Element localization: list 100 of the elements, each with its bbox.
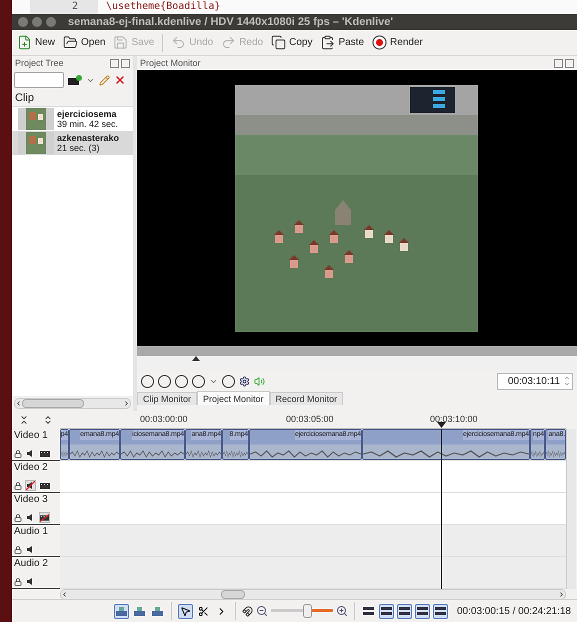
code-line: \usetheme{Boadilla} [105, 0, 220, 14]
waveform [186, 449, 221, 459]
toolbar-button[interactable]: Copy [268, 33, 316, 52]
timecode: 00:03:00:15 / 00:24:21:18 [457, 606, 571, 616]
track-view-icon [399, 607, 410, 615]
scrollbar[interactable] [566, 429, 576, 589]
monitor-tab[interactable]: Project Monitor [197, 391, 270, 405]
float-icon[interactable] [554, 58, 563, 68]
toolbar-button[interactable]: New [14, 33, 58, 52]
collapse-icon [19, 415, 29, 425]
magnet-icon [242, 606, 253, 616]
track-name: Video 3 [14, 494, 49, 505]
panel-title: Project Monitor [140, 58, 201, 68]
clip-name: azkenasterako [57, 133, 120, 143]
zoom-out-icon [256, 605, 268, 617]
clip-name: ejerciciosema [57, 109, 118, 119]
folder-icon [63, 35, 78, 50]
muted-speaker-icon [26, 481, 35, 490]
clip-item[interactable]: azkenasterako 21 sec. (3) [12, 131, 133, 155]
track-name: Video 2 [14, 462, 49, 473]
view-toggle-button[interactable] [397, 604, 412, 618]
redo-icon [221, 35, 236, 50]
track-view-icon [435, 607, 446, 615]
toolbar-button[interactable]: Render [369, 33, 426, 52]
lock-icon [14, 514, 22, 522]
column-header: Clip [12, 90, 133, 107]
speaker-icon [26, 449, 35, 458]
maximize-icon[interactable] [46, 17, 56, 27]
floppy-icon [113, 35, 128, 50]
waveform [70, 449, 119, 459]
scrollbar-thumb[interactable] [221, 590, 245, 599]
track-name: Audio 2 [14, 558, 49, 569]
close-icon[interactable] [121, 58, 130, 68]
waveform [61, 449, 68, 459]
pointer-icon [180, 606, 191, 616]
film-icon [40, 482, 50, 490]
close-icon[interactable] [18, 17, 28, 27]
hide-video-button[interactable] [39, 448, 50, 459]
clip-duration: 39 min. 42 sec. [57, 119, 118, 129]
timecode-field[interactable]: 00:03:10:11 [496, 372, 573, 390]
scrollbar-thumb[interactable] [22, 399, 84, 408]
track-name: Audio 1 [14, 526, 49, 537]
toolbar-button[interactable]: Paste [317, 33, 368, 52]
window-title: semana8-ej-final.kdenlive / HDV 1440x1080i 25 fps – 'Kdenlive' [68, 16, 393, 28]
film-icon [40, 450, 50, 458]
copy-icon [271, 35, 286, 50]
ruler-label: 00:03:05:00 [286, 414, 334, 424]
monitor-tab[interactable]: Clip Monitor [137, 392, 198, 405]
close-icon[interactable] [565, 58, 574, 68]
expand-icon [43, 415, 53, 425]
scissors-icon [198, 606, 209, 616]
lock-icon [14, 578, 22, 586]
view-toggle-button[interactable] [415, 604, 430, 618]
volume-icon [254, 376, 265, 386]
panel-title: Project Tree [15, 58, 64, 68]
track-view-icon [363, 607, 374, 615]
speaker-icon [26, 513, 35, 522]
track-name: Video 1 [14, 430, 49, 441]
float-icon[interactable] [110, 58, 119, 68]
clip-duration: 21 sec. (3) [57, 143, 101, 153]
slider-thumb[interactable] [302, 604, 312, 618]
delete-icon [114, 74, 126, 86]
ruler-label: 00:03:00:00 [140, 414, 188, 424]
monitor-tab[interactable]: Record Monitor [270, 392, 344, 405]
waveform [531, 449, 544, 459]
hide-video-button[interactable] [39, 480, 50, 491]
zoom-in-icon [336, 605, 348, 617]
waveform [121, 449, 184, 459]
view-toggle-button[interactable] [433, 604, 448, 618]
lock-icon [14, 546, 22, 554]
new-file-icon [17, 35, 32, 50]
toolbar-button[interactable]: Open [60, 33, 108, 52]
edit-mode-button[interactable] [114, 604, 129, 618]
scrollbar[interactable] [14, 398, 131, 409]
hide-video-button[interactable] [39, 512, 50, 523]
line-number: 2 [30, 0, 98, 14]
lock-icon [14, 482, 22, 490]
search-field[interactable] [14, 72, 64, 88]
hidden-film-icon [40, 514, 49, 522]
add-clip-icon [68, 75, 82, 85]
settings-icon [239, 376, 250, 386]
lock-icon [14, 450, 22, 458]
ruler-label: 00:03:10:00 [430, 414, 478, 424]
waveform [546, 449, 565, 459]
pencil-icon [99, 74, 110, 86]
waveform [223, 449, 248, 459]
layers-icon [152, 606, 163, 616]
paste-icon [320, 35, 336, 50]
track-view-icon [417, 607, 428, 615]
undo-icon [171, 35, 186, 50]
mute-button[interactable] [25, 480, 36, 491]
layers-icon [116, 606, 127, 616]
scrollbar[interactable] [60, 589, 566, 600]
track-view-icon [381, 607, 392, 615]
record-icon [372, 35, 388, 50]
speaker-icon [26, 545, 35, 554]
tool-button[interactable] [178, 604, 193, 618]
speaker-icon [26, 577, 35, 586]
view-toggle-button[interactable] [379, 604, 394, 618]
minimize-icon[interactable] [32, 17, 42, 27]
